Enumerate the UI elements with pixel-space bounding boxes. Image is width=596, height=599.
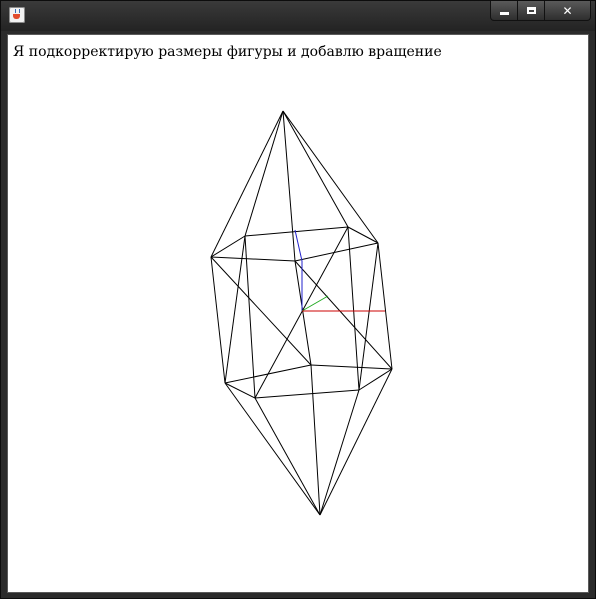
wireframe-edge-13: [282, 110, 379, 244]
wireframe-edge-10: [210, 110, 284, 258]
wireframe-edge-24: [347, 226, 360, 391]
wireframe-edge-3: [294, 242, 379, 262]
bipyramid-wireframe: [210, 110, 393, 516]
maximize-button[interactable]: [518, 1, 545, 21]
wireframe-edge-11: [244, 110, 284, 237]
java-app-icon[interactable]: [9, 7, 25, 23]
maximize-icon: [526, 7, 536, 14]
app-window: ✕ Я подкорректирую размеры фигуры и доба…: [0, 0, 596, 599]
window-controls: ✕: [490, 1, 591, 23]
wireframe-edge-2: [347, 226, 379, 244]
title-bar[interactable]: ✕: [1, 1, 595, 31]
wireframe-edge-14: [282, 110, 296, 262]
minimize-button[interactable]: [490, 1, 518, 21]
wireframe-edge-20: [210, 256, 226, 384]
drawing-canvas[interactable]: Я подкорректирую размеры фигуры и добавл…: [7, 34, 589, 593]
wireframe-edge-22: [244, 235, 256, 399]
wireframe-edge-17: [319, 389, 360, 516]
wireframe-edge-8: [310, 364, 393, 370]
wireframe-scene: [210, 110, 393, 516]
wireframe-edge-5: [224, 382, 256, 399]
close-button[interactable]: ✕: [545, 1, 591, 21]
close-icon: ✕: [562, 3, 573, 18]
wireframe-edge-12: [282, 110, 349, 228]
wireframe-edge-19: [310, 364, 321, 516]
wireframe-edge-4: [210, 256, 296, 262]
wireframe-edge-16: [254, 397, 321, 516]
wireframe-edge-26: [377, 242, 393, 370]
wireframe-edge-6: [254, 389, 360, 399]
wireframe-edge-21: [210, 256, 312, 366]
wireframe-edge-18: [319, 368, 393, 516]
wireframe-edge-15: [224, 382, 321, 516]
wireframe-edge-25: [254, 226, 349, 399]
minimize-icon: [499, 11, 509, 15]
